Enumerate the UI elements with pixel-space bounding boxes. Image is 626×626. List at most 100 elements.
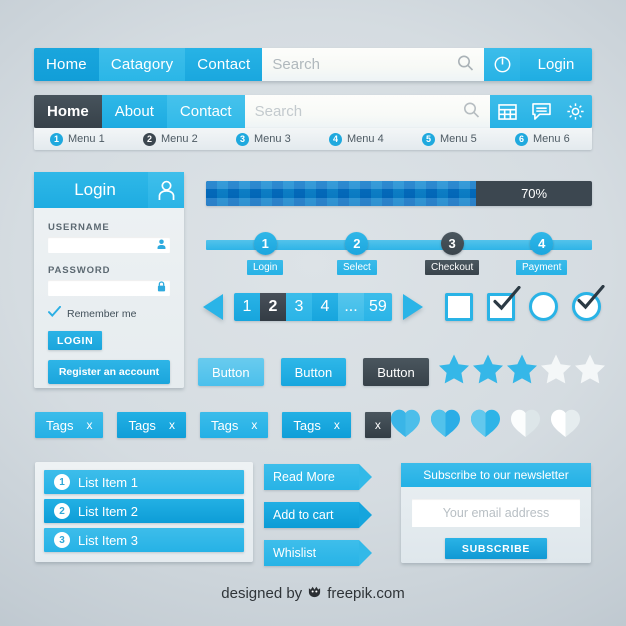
button-light-label: Button bbox=[212, 364, 250, 380]
newsletter-email-placeholder: Your email address bbox=[442, 506, 550, 520]
remember-me-row[interactable]: Remember me bbox=[47, 305, 184, 323]
radio-unchecked-icon[interactable] bbox=[529, 292, 558, 321]
step-1-number: 1 bbox=[253, 232, 277, 255]
search-icon[interactable] bbox=[463, 101, 480, 122]
step-1[interactable]: 1 Login bbox=[247, 232, 284, 275]
star-icon-empty-4[interactable] bbox=[540, 353, 572, 389]
step-2-label: Select bbox=[337, 260, 377, 275]
nav2-search-input[interactable]: Search bbox=[244, 95, 490, 128]
tag-3[interactable]: Tags x bbox=[199, 412, 269, 438]
checkbox-unchecked-icon[interactable] bbox=[445, 292, 473, 321]
check-icon[interactable] bbox=[47, 305, 62, 323]
submenu-item-4[interactable]: 4 Menu 4 bbox=[313, 128, 406, 150]
newsletter-subscribe-button[interactable]: SUBSCRIBE bbox=[445, 538, 547, 559]
page-1[interactable]: 1 bbox=[234, 293, 260, 321]
page-ellipsis: ... bbox=[338, 293, 364, 321]
tag-close-only[interactable]: x bbox=[364, 412, 391, 438]
arrow-right-icon bbox=[359, 540, 372, 566]
star-icon-filled-2[interactable] bbox=[472, 353, 504, 389]
star-icon-empty-5[interactable] bbox=[574, 353, 606, 389]
step-2[interactable]: 2 Select bbox=[337, 232, 377, 275]
close-icon[interactable]: x bbox=[86, 418, 92, 432]
heart-icon-filled-2[interactable] bbox=[430, 408, 461, 443]
newsletter-email-input[interactable]: Your email address bbox=[412, 499, 580, 527]
nav2-tab-home[interactable]: Home bbox=[34, 95, 102, 128]
nav1-tab-home[interactable]: Home bbox=[34, 48, 99, 81]
register-account-button[interactable]: Register an account bbox=[48, 360, 170, 384]
nav1-search-input[interactable]: Search bbox=[262, 48, 484, 81]
page-3[interactable]: 3 bbox=[286, 293, 312, 321]
lock-icon bbox=[157, 279, 166, 297]
login-panel: Login USERNAME PASSWORD Remember me LOGI… bbox=[34, 172, 184, 388]
check-icon bbox=[577, 284, 605, 318]
nav1-login-label: Login bbox=[537, 56, 575, 73]
nav2-tab-about[interactable]: About bbox=[101, 95, 167, 128]
submenu-item-2[interactable]: 2 Menu 2 bbox=[127, 128, 220, 150]
button-row: Button Button Button bbox=[198, 358, 429, 386]
checkbox-checked-icon[interactable] bbox=[487, 285, 521, 321]
search-icon[interactable] bbox=[457, 54, 474, 75]
user-icon bbox=[157, 236, 166, 254]
list-item-3-label: List Item 3 bbox=[78, 532, 138, 548]
star-icon-filled-1[interactable] bbox=[438, 353, 470, 389]
nav1-search-placeholder: Search bbox=[272, 56, 320, 73]
login-submit-button[interactable]: LOGIN bbox=[48, 331, 103, 350]
list-panel: 1 List Item 1 2 List Item 2 3 List Item 3 bbox=[35, 462, 253, 562]
table-icon[interactable] bbox=[490, 95, 524, 128]
page-2-current[interactable]: 2 bbox=[260, 293, 286, 321]
add-to-cart-button[interactable]: Add to cart bbox=[264, 502, 372, 528]
tag-2[interactable]: Tags x bbox=[117, 412, 186, 438]
submenu-item-5[interactable]: 5 Menu 5 bbox=[406, 128, 499, 150]
radio-checked-icon[interactable] bbox=[572, 284, 605, 321]
button-mid[interactable]: Button bbox=[280, 358, 347, 386]
button-dark[interactable]: Button bbox=[363, 358, 429, 386]
list-item-1[interactable]: 1 List Item 1 bbox=[44, 470, 244, 494]
tag-1-label: Tags bbox=[46, 417, 74, 433]
star-rating bbox=[438, 353, 606, 389]
star-icon-filled-3[interactable] bbox=[506, 353, 538, 389]
heart-icon-filled-1[interactable] bbox=[390, 408, 421, 443]
close-icon[interactable]: x bbox=[169, 418, 175, 432]
chat-icon[interactable] bbox=[524, 95, 558, 128]
step-3[interactable]: 3 Checkout bbox=[425, 232, 480, 275]
gear-icon[interactable] bbox=[558, 95, 592, 128]
username-field[interactable] bbox=[48, 237, 170, 253]
submenu-item-6[interactable]: 6 Menu 6 bbox=[499, 128, 592, 150]
close-icon[interactable]: x bbox=[375, 418, 381, 432]
password-field[interactable] bbox=[48, 280, 170, 296]
submenu-bar: 1 Menu 1 2 Menu 2 3 Menu 3 4 Menu 4 5 Menu 5 … bbox=[34, 128, 592, 150]
button-mid-label: Button bbox=[294, 364, 333, 380]
nav2-tab-contact[interactable]: Contact bbox=[166, 95, 245, 128]
list-item-2[interactable]: 2 List Item 2 bbox=[44, 499, 244, 523]
progress-percent-label: 70% bbox=[521, 186, 548, 201]
heart-icon-empty-4[interactable] bbox=[510, 408, 541, 443]
nav1-tab-catagory[interactable]: Catagory bbox=[98, 48, 186, 81]
page-59[interactable]: 59 bbox=[364, 293, 392, 321]
step-4-label: Payment bbox=[516, 260, 568, 275]
whislist-button[interactable]: Whislist bbox=[264, 540, 372, 566]
tag-1[interactable]: Tags x bbox=[35, 412, 104, 438]
heart-icon-empty-5[interactable] bbox=[550, 408, 581, 443]
tag-4-label: Tags bbox=[293, 417, 321, 433]
list-item-3[interactable]: 3 List Item 3 bbox=[44, 528, 244, 552]
nav1-login-button[interactable]: Login bbox=[520, 48, 592, 81]
arrow-right-icon bbox=[359, 464, 372, 490]
close-icon[interactable]: x bbox=[334, 418, 340, 432]
read-more-button[interactable]: Read More bbox=[264, 464, 372, 490]
nav1-tab-contact[interactable]: Contact bbox=[185, 48, 263, 81]
triangle-left-icon[interactable] bbox=[203, 294, 223, 320]
button-light[interactable]: Button bbox=[198, 358, 264, 386]
step-4[interactable]: 4 Payment bbox=[516, 232, 568, 275]
heart-icon-filled-3[interactable] bbox=[470, 408, 501, 443]
submenu-item-6-label: Menu 6 bbox=[533, 133, 570, 145]
submenu-item-3[interactable]: 3 Menu 3 bbox=[220, 128, 313, 150]
submenu-item-1[interactable]: 1 Menu 1 bbox=[34, 128, 127, 150]
triangle-right-icon[interactable] bbox=[402, 294, 423, 320]
password-label: PASSWORD bbox=[48, 265, 111, 276]
close-icon[interactable]: x bbox=[251, 418, 257, 432]
tag-4[interactable]: Tags x bbox=[282, 412, 351, 438]
page-4[interactable]: 4 bbox=[312, 293, 338, 321]
list-item-2-label: List Item 2 bbox=[78, 503, 138, 519]
list-item-1-number: 1 bbox=[54, 474, 70, 490]
power-icon[interactable] bbox=[484, 48, 520, 81]
